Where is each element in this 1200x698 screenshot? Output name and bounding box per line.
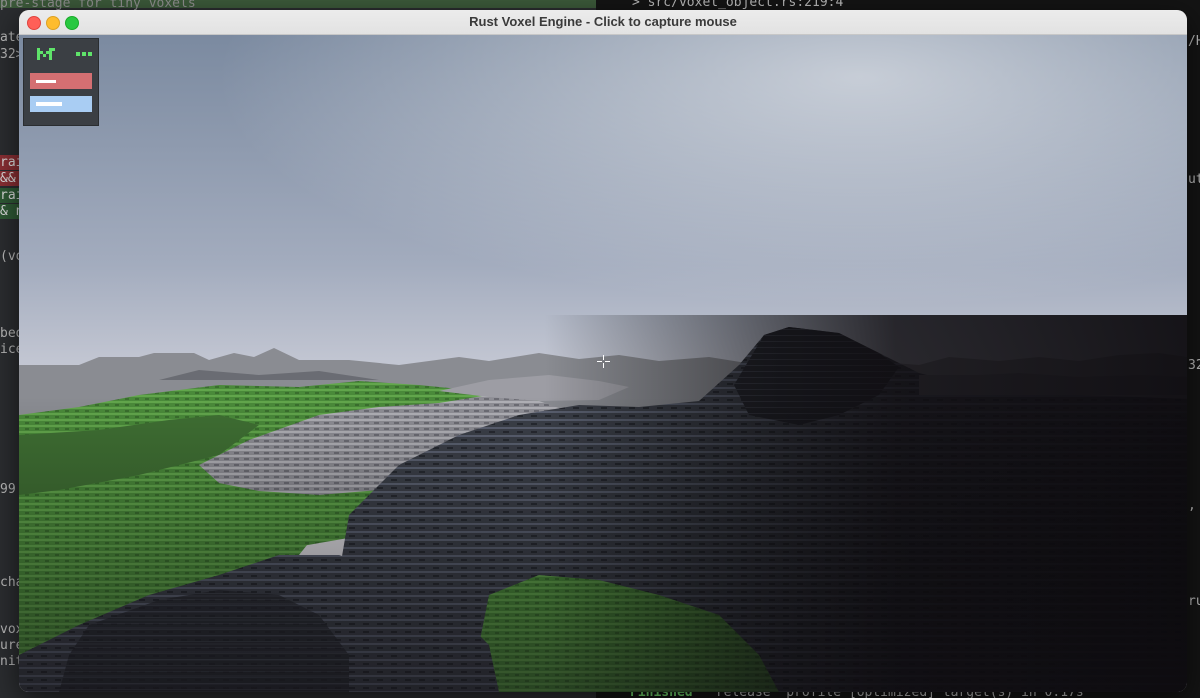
diff-added-line: & n [0, 204, 24, 219]
hud-blue-bar-line [36, 102, 62, 106]
debug-hud-panel [23, 38, 99, 126]
terminal-line: , [1188, 498, 1196, 513]
terminal-line: /H [1188, 34, 1200, 49]
diff-removed-line: rai [0, 155, 24, 170]
terminal-line: 32 [1188, 358, 1200, 373]
voxel-logo-icon [37, 48, 55, 60]
window-titlebar[interactable]: Rust Voxel Engine - Click to capture mou… [19, 10, 1187, 35]
game-viewport[interactable] [19, 35, 1187, 692]
terminal-line: ut [1188, 172, 1200, 187]
hud-red-bar-line [36, 80, 56, 83]
status-dots-icon [76, 52, 92, 56]
window-title: Rust Voxel Engine - Click to capture mou… [469, 14, 737, 29]
game-window[interactable]: Rust Voxel Engine - Click to capture mou… [19, 10, 1187, 692]
terminal-line: ru [1188, 594, 1200, 609]
crosshair-icon [597, 355, 610, 368]
terminal-line: 99 [0, 482, 16, 497]
hud-blue-bar [30, 96, 92, 112]
terminal-line: > src/voxel_object.rs:219:4 [632, 0, 844, 10]
hud-red-bar [30, 73, 92, 89]
diff-removed-line: && [0, 171, 19, 186]
diff-added-line: rai [0, 188, 24, 203]
